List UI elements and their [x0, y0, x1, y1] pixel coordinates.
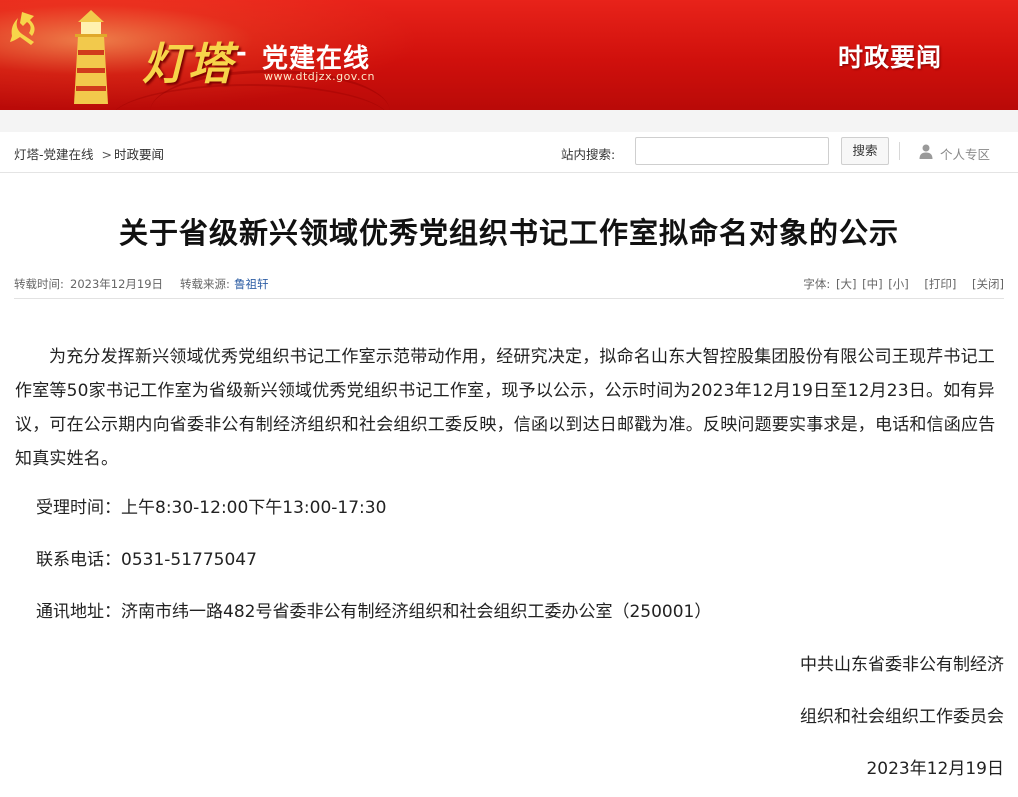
- logo-separator: -: [236, 38, 247, 68]
- font-small-button[interactable]: [小]: [888, 277, 908, 291]
- font-large-button[interactable]: [大]: [836, 277, 856, 291]
- user-icon[interactable]: [918, 143, 934, 159]
- mailing-address: 通讯地址：济南市纬一路482号省委非公有制经济组织和社会组织工委办公室（2500…: [36, 602, 712, 622]
- site-banner: 灯塔 - 党建在线 www.dtdjzx.gov.cn 时政要闻: [0, 0, 1018, 110]
- breadcrumb-home-link[interactable]: 灯塔-党建在线: [14, 147, 94, 162]
- signature-org-line-1: 中共山东省委非公有制经济: [800, 655, 1004, 675]
- personal-area-link[interactable]: 个人专区: [940, 144, 990, 163]
- toolbar-divider: [899, 142, 900, 160]
- breadcrumb-separator: >: [101, 147, 112, 162]
- section-title: 时政要闻: [838, 43, 943, 72]
- font-size-label: 字体:: [803, 277, 831, 291]
- repost-time-label: 转载时间:: [14, 277, 64, 291]
- site-url: www.dtdjzx.gov.cn: [264, 70, 375, 83]
- close-button[interactable]: [关闭]: [972, 277, 1004, 291]
- repost-time-value: 2023年12月19日: [70, 277, 164, 291]
- nav-bar: [0, 110, 1018, 132]
- breadcrumb-current-link[interactable]: 时政要闻: [114, 147, 164, 162]
- article-tools: 字体: [大] [中] [小] [打印] [关闭]: [801, 276, 1004, 292]
- print-button[interactable]: [打印]: [924, 277, 956, 291]
- signature-org-line-2: 组织和社会组织工作委员会: [800, 707, 1004, 727]
- search-input[interactable]: [635, 137, 829, 165]
- repost-source-link[interactable]: 鲁祖轩: [234, 276, 269, 292]
- lighthouse-icon: [74, 10, 108, 104]
- article-body: 为充分发挥新兴领域优秀党组织书记工作室示范带动作用，经研究决定，拟命名山东大智控…: [15, 340, 1005, 476]
- article-meta-bar: 转载时间: 2023年12月19日 转载来源: 鲁祖轩 字体: [大] [中] …: [14, 276, 1004, 299]
- search-button[interactable]: 搜索: [841, 137, 889, 165]
- breadcrumb: 灯塔-党建在线 > 时政要闻: [14, 144, 164, 163]
- search-label: 站内搜索:: [561, 147, 616, 162]
- font-medium-button[interactable]: [中]: [862, 277, 882, 291]
- party-emblem-icon: [10, 12, 35, 45]
- repost-source-label: 转载来源:: [180, 277, 230, 291]
- article-title: 关于省级新兴领域优秀党组织书记工作室拟命名对象的公示: [118, 216, 899, 250]
- contact-phone: 联系电话：0531-51775047: [36, 550, 257, 570]
- article-paragraph: 为充分发挥新兴领域优秀党组织书记工作室示范带动作用，经研究决定，拟命名山东大智控…: [15, 347, 996, 469]
- signature-date: 2023年12月19日: [866, 759, 1004, 779]
- toolbar: 灯塔-党建在线 > 时政要闻 站内搜索: 搜索 个人专区: [0, 132, 1018, 173]
- site-logo-text[interactable]: 灯塔: [142, 28, 234, 92]
- office-hours: 受理时间：上午8:30-12:00下午13:00-17:30: [36, 498, 387, 518]
